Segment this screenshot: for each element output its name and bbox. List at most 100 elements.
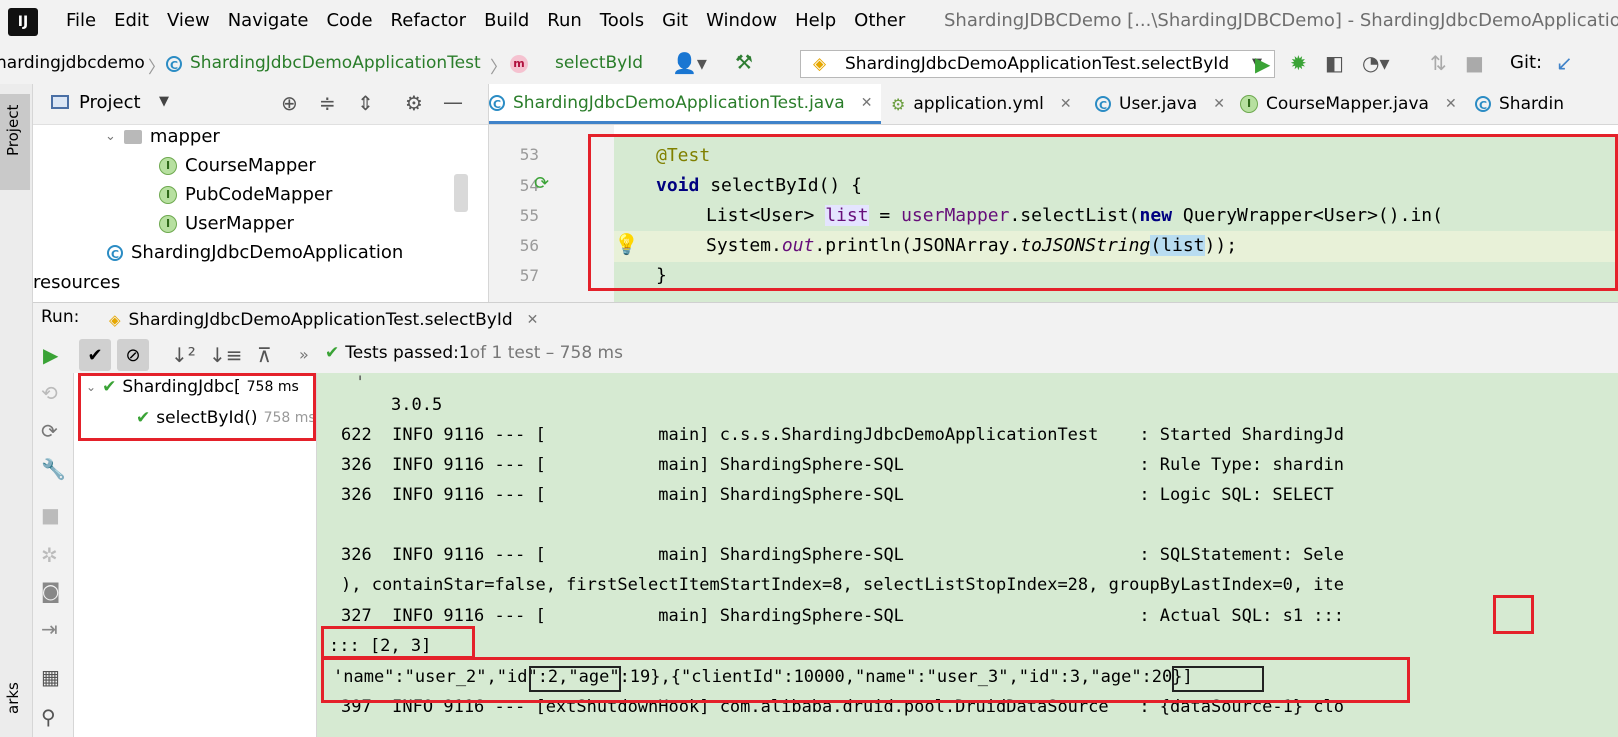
menu-edit[interactable]: Edit	[114, 10, 149, 31]
interface-icon: I	[159, 185, 177, 204]
close-icon[interactable]: ✕	[1060, 96, 1072, 112]
line-number: 53	[519, 145, 539, 164]
gear-icon[interactable]: ⚙	[405, 93, 423, 113]
console-output[interactable]: ' 3.0.5 622 INFO 9116 --- [ main] c.s.s.…	[317, 373, 1618, 737]
close-icon[interactable]: ✕	[527, 312, 539, 328]
menu-view[interactable]: View	[167, 10, 210, 31]
editor-tab-label: ShardingJdbcDemoApplicationTest.java	[513, 92, 845, 113]
config-icon: ◈	[109, 311, 121, 329]
breadcrumb-method[interactable]: selectById	[555, 53, 643, 73]
run-tab-label: ShardingJdbcDemoApplicationTest.selectBy…	[128, 310, 513, 330]
tree-item-pubcodemapper[interactable]: I PubCodeMapper	[159, 184, 332, 205]
class-icon: C	[1475, 96, 1491, 112]
attach-icon[interactable]: ⇅	[1430, 53, 1447, 73]
close-icon[interactable]: ✕	[1213, 96, 1225, 112]
console-line: 3.0.5	[391, 395, 443, 415]
config-icon: ◈	[813, 54, 827, 74]
collapse-all-icon[interactable]: ⇕	[357, 93, 374, 113]
tree-item-application[interactable]: C ShardingJdbcDemoApplication	[107, 242, 403, 263]
menu-git[interactable]: Git	[662, 10, 688, 31]
editor-tab-sharding[interactable]: C Shardin	[1475, 84, 1564, 124]
sort-alpha-icon[interactable]: ↓²	[171, 345, 196, 365]
tool-window-tab-project[interactable]: Project	[0, 94, 30, 190]
import-icon[interactable]: ⇥	[41, 617, 58, 641]
toggle-auto-test-icon[interactable]: ⟳	[41, 419, 58, 443]
project-view-icon	[51, 95, 69, 109]
run-tab[interactable]: ◈ ShardingJdbcDemoApplicationTest.select…	[109, 303, 549, 339]
interface-icon: I	[159, 156, 177, 175]
chevron-down-icon: ⌄	[105, 129, 116, 144]
wrench-icon[interactable]: 🔧	[41, 457, 66, 481]
menu-refactor[interactable]: Refactor	[391, 10, 467, 31]
sort-duration-icon[interactable]: ↓≡	[209, 345, 243, 365]
layout-icon[interactable]: ▦	[41, 665, 60, 689]
stop-icon[interactable]: ■	[1465, 53, 1484, 73]
menu-other[interactable]: Other	[854, 10, 905, 31]
editor-tab-application-yml[interactable]: ⚙ application.yml ✕	[891, 84, 1072, 124]
menu-help[interactable]: Help	[795, 10, 836, 31]
hide-minus-icon[interactable]: —	[443, 92, 463, 112]
tree-item-label: PubCodeMapper	[185, 184, 333, 205]
tree-item-coursemapper[interactable]: I CourseMapper	[159, 155, 316, 176]
locate-crosshair-icon[interactable]: ⊕	[281, 93, 298, 113]
tree-item-mapper[interactable]: ⌄ mapper	[105, 126, 220, 147]
project-panel-header: Project ▼ ⊕ ≑ ⇕ ⚙ —	[33, 84, 488, 125]
project-panel-title[interactable]: Project	[79, 92, 141, 113]
tree-item-usermapper[interactable]: I UserMapper	[159, 213, 294, 234]
window-title: ShardingJDBCDemo [...\ShardingJDBCDemo] …	[944, 10, 1618, 31]
close-icon[interactable]: ✕	[1445, 96, 1457, 112]
breadcrumb-module[interactable]: hardingjdbcdemo	[0, 53, 145, 73]
run-icon[interactable]: ▶	[1255, 54, 1270, 74]
console-line: 622 INFO 9116 --- [ main] c.s.s.Sharding…	[341, 425, 1345, 445]
chevron-down-icon[interactable]: ▼	[159, 94, 169, 109]
interface-icon: I	[159, 214, 177, 233]
line-number: 54	[519, 176, 539, 195]
code-editor[interactable]: 53 54 55 56 57 ⟳ 💡 @Test void selectById…	[489, 125, 1618, 302]
highlight-id-3	[1172, 666, 1264, 692]
editor-tab-label: User.java	[1119, 94, 1198, 114]
user-dropdown-icon[interactable]: 👤▾	[672, 53, 707, 73]
bookmarks-tab-label[interactable]: arks	[4, 682, 22, 714]
tree-item-label: CourseMapper	[185, 155, 316, 176]
menu-build[interactable]: Build	[484, 10, 529, 31]
breadcrumb-class[interactable]: ShardingJdbcDemoApplicationTest	[190, 53, 481, 73]
console-line: 326 INFO 9116 --- [ main] ShardingSphere…	[341, 545, 1345, 565]
more-actions-icon[interactable]: »	[299, 345, 309, 364]
show-ignored-icon[interactable]: ⊘	[117, 339, 149, 371]
coverage-icon[interactable]: ◧	[1325, 53, 1344, 73]
menu-navigate[interactable]: Navigate	[228, 10, 309, 31]
pin-icon[interactable]: ⚲	[41, 705, 56, 729]
editor-tab-test[interactable]: C ShardingJdbcDemoApplicationTest.java ✕	[489, 84, 881, 124]
annotation-box-code	[588, 134, 1618, 291]
rerun-failed-icon[interactable]: ⟲	[41, 381, 58, 405]
test-status-count: 1	[458, 343, 470, 363]
build-hammer-icon[interactable]: ⚒	[735, 52, 753, 72]
rerun-icon[interactable]: ▶	[43, 345, 58, 365]
editor-tab-coursemapper-java[interactable]: I CourseMapper.java ✕	[1240, 84, 1457, 124]
run-test-gutter-icon[interactable]: ⟳	[534, 173, 549, 194]
editor-tab-user-java[interactable]: C User.java ✕	[1095, 84, 1225, 124]
run-configuration-select[interactable]: ◈ ShardingJdbcDemoApplicationTest.select…	[800, 50, 1275, 78]
scrollbar-thumb[interactable]	[454, 174, 468, 212]
stop-icon[interactable]: ■	[41, 503, 60, 527]
dump-threads-icon[interactable]: ✲	[41, 543, 58, 567]
menu-code[interactable]: Code	[326, 10, 372, 31]
expand-all-icon[interactable]: ≑	[319, 93, 336, 113]
annotation-box-tests	[78, 373, 316, 441]
menu-tools[interactable]: Tools	[600, 10, 644, 31]
main-menu: File Edit View Navigate Code Refactor Bu…	[66, 10, 923, 31]
menu-run[interactable]: Run	[547, 10, 582, 31]
show-passed-check-icon[interactable]: ✔	[79, 339, 111, 371]
profile-icon[interactable]: ◔▾	[1362, 53, 1390, 73]
tree-item-resources[interactable]: resources	[33, 272, 120, 293]
editor-tab-label: CourseMapper.java	[1266, 94, 1429, 114]
run-side-actions: ⟲ ⟳ 🔧 ■ ✲ ◙ ⇥ ▦ ⚲	[33, 373, 74, 737]
expand-icon[interactable]: ⊼	[257, 345, 272, 365]
debug-bug-icon[interactable]: ✹	[1290, 53, 1307, 73]
folder-icon	[123, 129, 142, 144]
close-icon[interactable]: ✕	[861, 95, 873, 111]
menu-window[interactable]: Window	[706, 10, 777, 31]
git-update-icon[interactable]: ↙	[1556, 53, 1573, 73]
menu-file[interactable]: File	[66, 10, 96, 31]
camera-icon[interactable]: ◙	[41, 579, 60, 603]
